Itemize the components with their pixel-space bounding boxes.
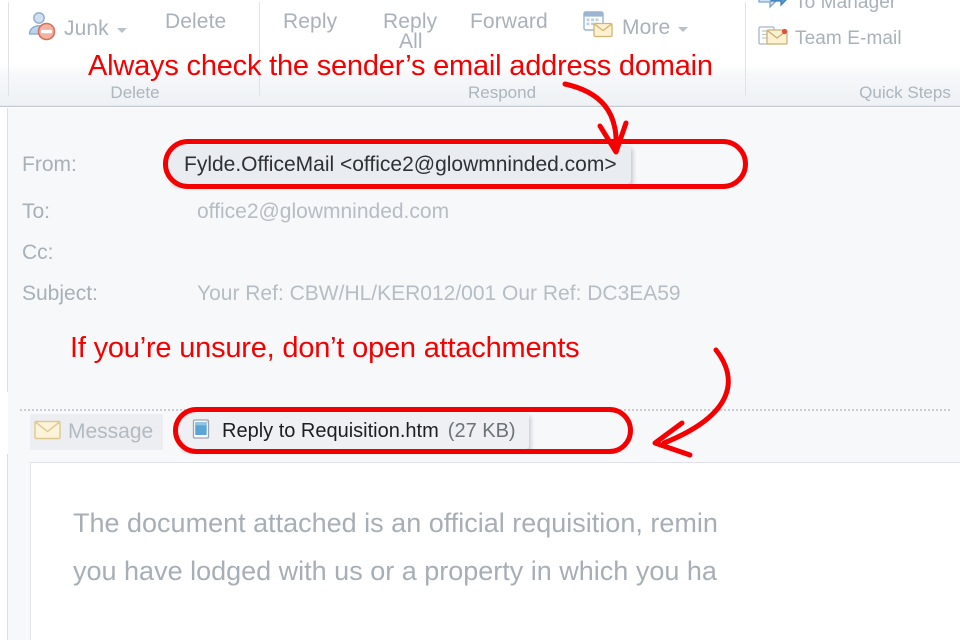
to-label: To: <box>22 200 51 223</box>
team-email-label: Team E-mail <box>795 27 902 49</box>
reply-all-button[interactable]: Reply All <box>383 10 437 54</box>
chevron-down-icon[interactable] <box>678 27 689 32</box>
from-value: Fylde.OfficeMail <office2@glowmninded.co… <box>184 152 617 176</box>
message-body-pane: The document attached is an official req… <box>0 454 960 640</box>
attachment-divider <box>20 409 950 411</box>
from-value-chip[interactable]: Fylde.OfficeMail <office2@glowmninded.co… <box>170 145 631 184</box>
attachment-filename: Reply to Requisition.htm <box>222 419 439 442</box>
more-button[interactable]: More <box>582 9 689 46</box>
tab-message-label: Message <box>68 420 154 443</box>
chevron-down-icon[interactable] <box>116 28 127 33</box>
tab-message[interactable]: Message <box>30 414 164 450</box>
junk-label: Junk <box>64 16 109 40</box>
junk-person-block-icon <box>24 9 58 48</box>
envelope-icon <box>34 420 61 445</box>
attachment-filesize: (27 KB) <box>447 419 516 442</box>
attachment-item[interactable]: Reply to Requisition.htm (27 KB) <box>180 413 529 449</box>
subject-value[interactable]: Your Ref: CBW/HL/KER012/001 Our Ref: DC3… <box>197 282 681 306</box>
to-manager-label: To Manager <box>795 0 897 13</box>
from-label: From: <box>22 153 77 176</box>
reply-button[interactable]: Reply <box>283 10 337 34</box>
message-body-surface[interactable]: The document attached is an official req… <box>30 462 960 640</box>
ribbon-separator <box>259 2 260 96</box>
body-left-border <box>7 454 8 640</box>
forward-button[interactable]: Forward <box>470 10 548 34</box>
to-value[interactable]: office2@glowmninded.com <box>197 200 449 224</box>
cc-label: Cc: <box>22 241 54 264</box>
meeting-mail-icon <box>582 9 616 46</box>
pane-left-margin <box>0 108 7 392</box>
subject-label: Subject: <box>22 282 98 305</box>
body-line-2: you have lodged with us or a property in… <box>73 556 717 586</box>
more-label: More <box>622 15 671 39</box>
ribbon-separator <box>8 2 9 96</box>
to-manager-button[interactable]: To Manager <box>757 0 896 19</box>
outlook-message-window: Junk Delete Reply Reply All Forward More… <box>0 0 960 640</box>
team-email-button[interactable]: Team E-mail <box>757 22 902 55</box>
reply-label: Reply <box>283 10 338 33</box>
htm-document-icon <box>189 417 213 446</box>
forward-label: Forward <box>470 10 548 33</box>
to-manager-arrow-icon <box>757 0 789 19</box>
team-email-icon <box>757 22 789 55</box>
body-line-1: The document attached is an official req… <box>73 508 718 538</box>
pane-left-border <box>7 108 8 392</box>
ribbon-toolbar: Junk Delete Reply Reply All Forward More… <box>0 0 960 107</box>
ribbon-group-label-delete: Delete <box>110 83 160 102</box>
delete-button[interactable]: Delete <box>165 10 226 34</box>
delete-label: Delete <box>165 10 227 33</box>
ribbon-group-label-respond: Respond <box>467 83 537 102</box>
message-body-text: The document attached is an official req… <box>73 499 960 595</box>
ribbon-separator <box>745 2 746 96</box>
body-left-margin <box>0 454 7 640</box>
junk-button[interactable]: Junk <box>24 9 127 48</box>
ribbon-group-label-quick-steps: Quick Steps <box>859 83 951 102</box>
